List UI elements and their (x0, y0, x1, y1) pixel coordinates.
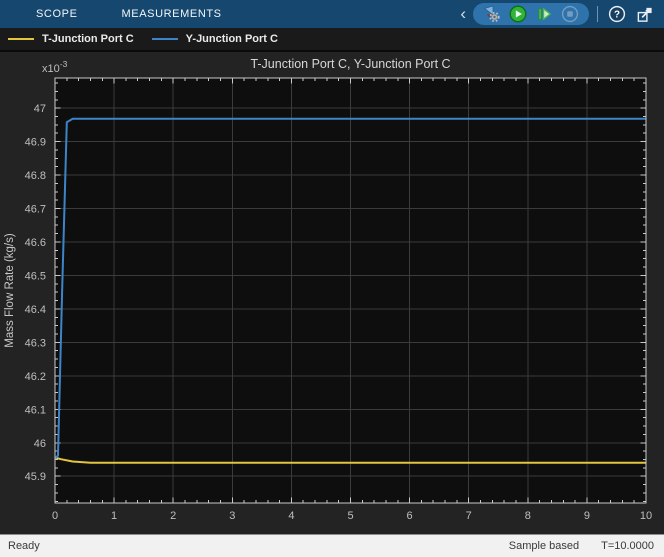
toolbar-quick-access: ‹ (458, 3, 654, 25)
sample-mode-label: Sample based (509, 540, 579, 552)
tab-measurements[interactable]: MEASUREMENTS (100, 0, 244, 28)
y-axis-multiplier: x10-3 (42, 59, 68, 75)
x-tick-label: 7 (466, 510, 472, 522)
x-tick-label: 2 (170, 510, 176, 522)
help-button[interactable]: ? (608, 5, 626, 23)
y-tick-label: 46.2 (25, 371, 46, 383)
scope-window: SCOPE MEASUREMENTS ‹ (0, 0, 664, 557)
step-forward-icon (535, 5, 553, 23)
y-tick-label: 45.9 (25, 471, 46, 483)
status-message: Ready (0, 540, 40, 552)
y-tick-label: 46.5 (25, 270, 46, 282)
question-mark-icon: ? (608, 4, 626, 24)
legend-item-t-junction[interactable]: T-Junction Port C (8, 33, 134, 45)
x-tick-label: 6 (407, 510, 413, 522)
x-tick-label: 9 (584, 510, 590, 522)
svg-text:?: ? (614, 10, 620, 21)
simulation-controls-panel (473, 3, 589, 25)
x-tick-label: 5 (347, 510, 353, 522)
status-right-group: Sample based T=10.0000 (509, 540, 664, 552)
chart-title: T-Junction Port C, Y-Junction Port C (250, 57, 450, 71)
x-tick-label: 8 (525, 510, 531, 522)
status-bar: Ready Sample based T=10.0000 (0, 534, 664, 557)
chart-canvas: 0 1 2 3 4 5 6 7 8 9 10 45.9 46 46.1 46.2 46.3 46.4 46.5 46… (0, 52, 664, 534)
y-tick-label: 47 (34, 103, 46, 115)
step-forward-button[interactable] (535, 5, 553, 23)
t-junction-line-swatch (8, 38, 34, 40)
y-tick-label: 46.1 (25, 404, 46, 416)
popout-button[interactable] (636, 5, 654, 23)
toolbar-divider (597, 6, 598, 22)
x-tick-label: 1 (111, 510, 117, 522)
y-tick-label: 46 (34, 438, 46, 450)
figure-area[interactable]: 0 1 2 3 4 5 6 7 8 9 10 45.9 46 46.1 46.2 46.3 46.4 46.5 46… (0, 52, 664, 534)
simulation-settings-button[interactable] (483, 5, 501, 23)
legend-item-y-junction[interactable]: Y-Junction Port C (152, 33, 278, 45)
play-circle-icon (509, 5, 527, 23)
y-junction-legend-label: Y-Junction Port C (186, 33, 278, 45)
y-axis-label: Mass Flow Rate (kg/s) (4, 233, 16, 348)
y-tick-label: 46.4 (25, 304, 46, 316)
stop-button[interactable] (561, 5, 579, 23)
x-tick-label: 10 (640, 510, 652, 522)
x-tick-label: 0 (52, 510, 58, 522)
simulation-time-label: T=10.0000 (601, 540, 654, 552)
y-tick-label: 46.8 (25, 170, 46, 182)
tab-scope[interactable]: SCOPE (14, 0, 100, 28)
t-junction-legend-label: T-Junction Port C (42, 33, 134, 45)
pop-out-icon (636, 5, 654, 24)
y-tick-label: 46.9 (25, 137, 46, 149)
gear-flag-icon (483, 5, 501, 23)
toolstrip-tabs: SCOPE MEASUREMENTS (14, 0, 244, 28)
y-tick-label: 46.7 (25, 204, 46, 216)
legend-bar: T-Junction Port C Y-Junction Port C (0, 28, 664, 52)
stop-circle-icon (561, 5, 579, 23)
y-tick-label: 46.6 (25, 237, 46, 249)
toolstrip: SCOPE MEASUREMENTS ‹ (0, 0, 664, 28)
y-tick-label: 46.3 (25, 337, 46, 349)
run-button[interactable] (509, 5, 527, 23)
x-tick-label: 3 (229, 510, 235, 522)
y-junction-line-swatch (152, 38, 178, 40)
x-tick-label: 4 (288, 510, 294, 522)
collapse-toolstrip-icon[interactable]: ‹ (458, 3, 468, 25)
